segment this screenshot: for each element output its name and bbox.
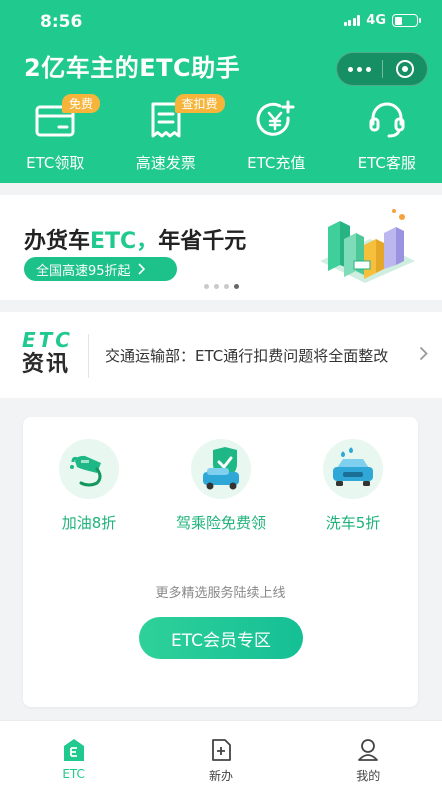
more-options-icon[interactable] xyxy=(337,66,382,72)
quick-action-recharge[interactable]: ETC充值 xyxy=(221,98,332,173)
close-miniprogram-button[interactable] xyxy=(382,60,427,78)
banner-discount-button[interactable]: 全国高速95折起 xyxy=(24,257,177,281)
banner-title-prefix: 办货车 xyxy=(24,229,91,254)
banner-title-highlight: ETC， xyxy=(90,229,159,254)
carousel-dot[interactable] xyxy=(223,284,229,289)
service-label: 洗车5折 xyxy=(325,514,381,532)
service-icon-circle xyxy=(191,439,251,499)
miniprogram-capsule xyxy=(336,52,428,86)
quick-action-invoice[interactable]: 查扣费 高速发票 xyxy=(111,94,225,173)
service-icon-circle xyxy=(59,439,119,499)
carousel-dot[interactable] xyxy=(233,284,239,289)
etc-home-icon xyxy=(63,739,84,761)
car-wash-icon xyxy=(333,447,373,486)
service-fuel[interactable]: 加油8折 xyxy=(19,439,159,533)
status-indicators: 4G xyxy=(343,13,421,28)
signal-icon xyxy=(343,15,361,26)
city-illustration xyxy=(320,209,415,283)
etc-news-logo: ETC 资讯 xyxy=(22,330,73,376)
tab-profile[interactable]: 我的 xyxy=(295,721,442,796)
quick-action-label: 高速发票 xyxy=(135,154,196,172)
news-logo-top: ETC xyxy=(22,328,73,352)
services-card: 加油8折 驾乘险免费领 洗车5折 更多精选服务陆续上线 ETC会员专区 xyxy=(23,417,418,707)
tab-label: 新办 xyxy=(208,769,233,783)
banner-title: 办货车ETC，年省千元 xyxy=(24,223,246,255)
chevron-right-icon xyxy=(137,263,145,275)
fee-check-badge: 查扣费 xyxy=(174,94,225,113)
service-car-wash[interactable]: 洗车5折 xyxy=(283,439,423,533)
tab-label: 我的 xyxy=(356,769,381,783)
quick-action-label: ETC客服 xyxy=(357,154,416,172)
new-document-icon xyxy=(212,739,231,761)
carousel-dots xyxy=(0,284,442,289)
quick-action-label: ETC领取 xyxy=(26,154,85,172)
yuan-add-icon xyxy=(256,100,295,136)
carousel-dot[interactable] xyxy=(203,284,209,289)
etc-member-zone-button[interactable]: ETC会员专区 xyxy=(139,617,303,659)
tab-new[interactable]: 新办 xyxy=(147,721,294,796)
fuel-nozzle-icon xyxy=(70,455,102,487)
free-badge: 免费 xyxy=(62,94,101,113)
quick-action-service[interactable]: ETC客服 xyxy=(332,98,442,173)
news-headline[interactable]: 交通运输部：ETC通行扣费问题将全面整改 xyxy=(105,345,388,366)
header: 8:56 4G 2亿车主的ETC助手 免费 ETC领取 查扣费 高速发票 ETC… xyxy=(0,0,442,183)
promo-banner[interactable]: 办货车ETC，年省千元 全国高速95折起 xyxy=(0,195,442,300)
service-insurance[interactable]: 驾乘险免费领 xyxy=(151,439,291,533)
more-services-note: 更多精选服务陆续上线 xyxy=(155,586,286,601)
tab-label: ETC xyxy=(62,767,85,781)
service-icon-circle xyxy=(323,439,383,499)
service-label: 加油8折 xyxy=(61,514,117,532)
battery-icon xyxy=(392,14,421,27)
target-icon xyxy=(395,60,414,78)
status-time: 8:56 xyxy=(40,12,83,32)
network-type: 4G xyxy=(366,13,386,28)
banner-button-label: 全国高速95折起 xyxy=(36,263,131,279)
chevron-right-icon xyxy=(419,346,428,361)
page-title: 2亿车主的ETC助手 xyxy=(24,54,241,82)
service-label: 驾乘险免费领 xyxy=(175,514,266,532)
news-logo-bottom: 资讯 xyxy=(22,352,71,377)
news-divider xyxy=(88,334,89,378)
quick-action-etc-apply[interactable]: 免费 ETC领取 xyxy=(0,94,111,173)
car-insurance-shield-icon xyxy=(203,447,239,490)
bottom-tab-bar: ETC 新办 我的 xyxy=(0,720,442,796)
headset-icon xyxy=(369,102,405,138)
profile-icon xyxy=(358,739,379,761)
tab-etc[interactable]: ETC xyxy=(0,721,147,796)
quick-action-label: ETC充值 xyxy=(247,154,306,172)
banner-title-suffix: 年省千元 xyxy=(158,229,247,254)
news-ticker[interactable]: ETC 资讯 交通运输部：ETC通行扣费问题将全面整改 xyxy=(0,312,442,398)
quick-actions: 免费 ETC领取 查扣费 高速发票 ETC充值 ETC客服 xyxy=(0,94,442,173)
carousel-dot[interactable] xyxy=(213,284,219,289)
